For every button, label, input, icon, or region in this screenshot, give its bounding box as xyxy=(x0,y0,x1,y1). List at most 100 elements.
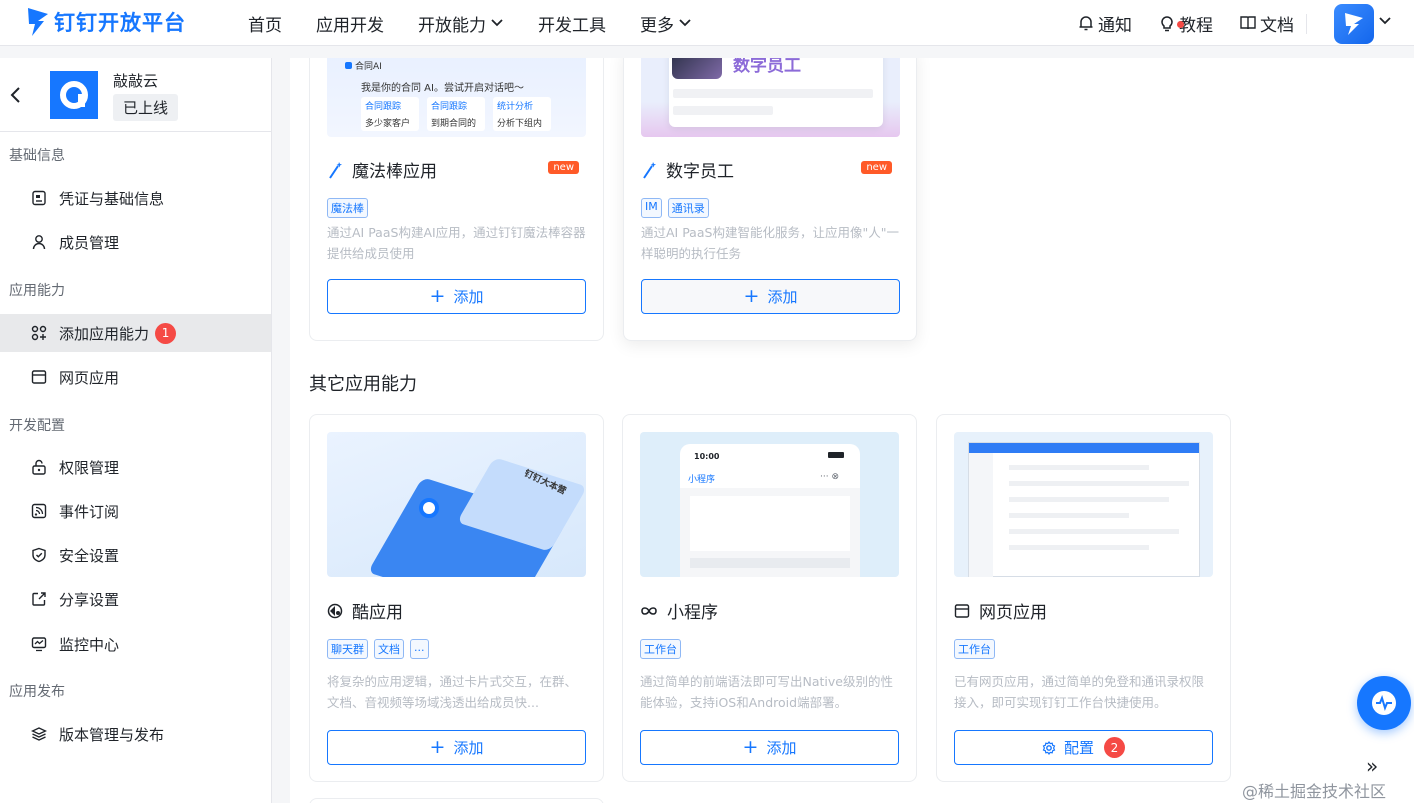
lock-icon xyxy=(30,458,48,476)
notify-label: 通知 xyxy=(1098,15,1132,36)
sidebar-item-versions[interactable]: 版本管理与发布 xyxy=(0,715,271,753)
ai-icon xyxy=(345,62,352,69)
brand-name: 钉钉开放平台 xyxy=(54,11,186,35)
lightbulb-icon xyxy=(1161,16,1173,32)
app-header: 敲敲云 已上线 xyxy=(0,58,272,132)
avatar[interactable] xyxy=(1334,4,1374,44)
thumb-browser xyxy=(968,442,1200,577)
tag: IM xyxy=(641,198,662,218)
nav-open-capability[interactable]: 开放能力 xyxy=(418,11,504,36)
sidebar-item-members[interactable]: 成员管理 xyxy=(0,223,271,261)
apps-add-icon xyxy=(30,324,48,342)
thumb-label: 数字员工 xyxy=(733,58,801,76)
sidebar-item-monitor[interactable]: 监控中心 xyxy=(0,625,271,663)
button-label: 添加 xyxy=(453,288,484,306)
card-title-text: 酷应用 xyxy=(352,603,403,623)
count-badge: 1 xyxy=(155,322,177,344)
configure-web-app-button[interactable]: 配置 2 xyxy=(954,730,1213,765)
sidebar-item-permissions[interactable]: 权限管理 xyxy=(0,448,271,486)
button-label: 配置 xyxy=(1063,739,1094,757)
tag: 通讯录 xyxy=(667,198,709,218)
tag: 工作台 xyxy=(640,639,681,659)
magic-wand-icon xyxy=(643,161,656,179)
card-description: 将复杂的应用逻辑，通过卡片式交互，在群、文档、音视频等场域浅透出给成员快... xyxy=(327,674,578,710)
add-mini-program-button[interactable]: + 添加 xyxy=(640,730,899,765)
nav-more[interactable]: 更多 xyxy=(640,11,692,36)
thumb-header-label: 合同AI xyxy=(355,62,382,72)
nav-dev-tools[interactable]: 开发工具 xyxy=(538,11,606,36)
notify-link[interactable]: 通知 xyxy=(1077,11,1132,36)
tutorial-link[interactable]: 教程 xyxy=(1158,11,1213,36)
card-title-text: 魔法棒应用 xyxy=(352,162,437,182)
chevron-down-icon[interactable] xyxy=(1378,14,1392,28)
status-badge: 已上线 xyxy=(113,94,179,121)
thumb-placeholder xyxy=(1009,529,1179,534)
thumb-placeholder xyxy=(673,106,773,115)
docs-label: 文档 xyxy=(1260,15,1294,36)
sidebar-item-events[interactable]: 事件订阅 xyxy=(0,492,271,530)
tutorial-label: 教程 xyxy=(1179,15,1213,36)
card-thumbnail: 合同AI 我是你的合同 AI。尝试开启对话吧～ 合同跟踪 多少家客户 合同跟踪 到期… xyxy=(327,58,586,137)
sidebar-item-security[interactable]: 安全设置 xyxy=(0,536,271,574)
cool-app-icon xyxy=(327,603,343,618)
nav-divider xyxy=(1306,14,1307,34)
section-title-capability: 应用能力 xyxy=(9,283,65,299)
sidebar-item-web-app[interactable]: 网页应用 xyxy=(0,358,271,396)
app-logo-icon xyxy=(60,81,88,109)
assistant-button[interactable] xyxy=(1357,676,1411,730)
chevron-left-icon[interactable] xyxy=(10,86,22,104)
card-description: 已有网页应用，通过简单的免登和通讯录权限接入，即可实现钉钉工作台快捷使用。 xyxy=(954,674,1205,710)
sidebar-item-label: 分享设置 xyxy=(59,590,120,609)
tag: 工作台 xyxy=(954,639,995,659)
thumb-logo-icon xyxy=(419,498,439,518)
thumb-chip: 统计分析 分析下组内 xyxy=(493,97,551,131)
tag-list: IM 通讯录 xyxy=(641,198,709,218)
tag-list: 魔法棒 xyxy=(327,198,368,218)
section-heading: 其它应用能力 xyxy=(309,374,417,395)
sidebar-item-label: 凭证与基础信息 xyxy=(59,189,165,208)
thumb-placeholder xyxy=(690,558,850,568)
monitor-icon xyxy=(30,635,48,653)
thumb-header: 合同AI xyxy=(345,59,382,72)
add-cool-app-button[interactable]: + 添加 xyxy=(327,730,586,765)
thumb-sidebar xyxy=(969,453,993,577)
add-magic-wand-button[interactable]: + 添加 xyxy=(327,279,586,314)
rss-icon xyxy=(30,502,48,520)
capability-card-partial xyxy=(309,798,604,803)
sidebar-item-add-capability[interactable]: 添加应用能力 1 xyxy=(0,314,271,352)
nav-home[interactable]: 首页 xyxy=(248,11,282,36)
thumb-placeholder xyxy=(690,496,850,551)
tag: 文档 xyxy=(374,639,404,659)
card-title-text: 小程序 xyxy=(667,603,718,623)
sidebar-item-label: 成员管理 xyxy=(59,233,120,252)
sidebar-item-label: 安全设置 xyxy=(59,546,120,565)
sidebar-item-credentials[interactable]: 凭证与基础信息 xyxy=(0,179,271,217)
card-thumbnail xyxy=(954,432,1213,577)
button-label: 添加 xyxy=(766,739,797,757)
docs-link[interactable]: 文档 xyxy=(1239,11,1294,36)
nav-app-dev[interactable]: 应用开发 xyxy=(316,11,384,36)
app-name: 敲敲云 xyxy=(113,72,159,90)
thumb-placeholder xyxy=(1009,481,1189,486)
capability-card-web-app: 网页应用 工作台 已有网页应用，通过简单的免登和通讯录权限接入，即可实现钉钉工作… xyxy=(936,414,1231,782)
book-icon xyxy=(1240,16,1256,30)
add-digital-employee-button[interactable]: + 添加 xyxy=(641,279,900,314)
share-icon xyxy=(30,590,48,608)
card-title: 酷应用 xyxy=(327,598,403,623)
sidebar-item-share[interactable]: 分享设置 xyxy=(0,580,271,618)
gear-icon xyxy=(1042,740,1056,755)
double-chevron-right-icon[interactable]: » xyxy=(1366,754,1378,778)
tag[interactable]: ... xyxy=(410,639,429,659)
sidebar: 敲敲云 已上线 基础信息 凭证与基础信息 成员管理 应用能力 添加应用能力 1 … xyxy=(0,58,272,803)
brand-logo[interactable]: 钉钉开放平台 xyxy=(26,6,186,38)
browser-icon xyxy=(30,368,48,386)
sidebar-item-label: 版本管理与发布 xyxy=(59,725,165,744)
chevron-down-icon xyxy=(491,19,503,27)
section-title-basic: 基础信息 xyxy=(9,148,65,164)
tag-list: 工作台 xyxy=(954,639,995,659)
infinity-icon xyxy=(641,606,657,615)
thumb-placeholder xyxy=(1009,465,1149,470)
nav-more-label: 更多 xyxy=(640,15,674,36)
watermark: @稀土掘金技术社区 xyxy=(1242,782,1387,801)
dingtalk-avatar-icon xyxy=(1345,13,1363,35)
